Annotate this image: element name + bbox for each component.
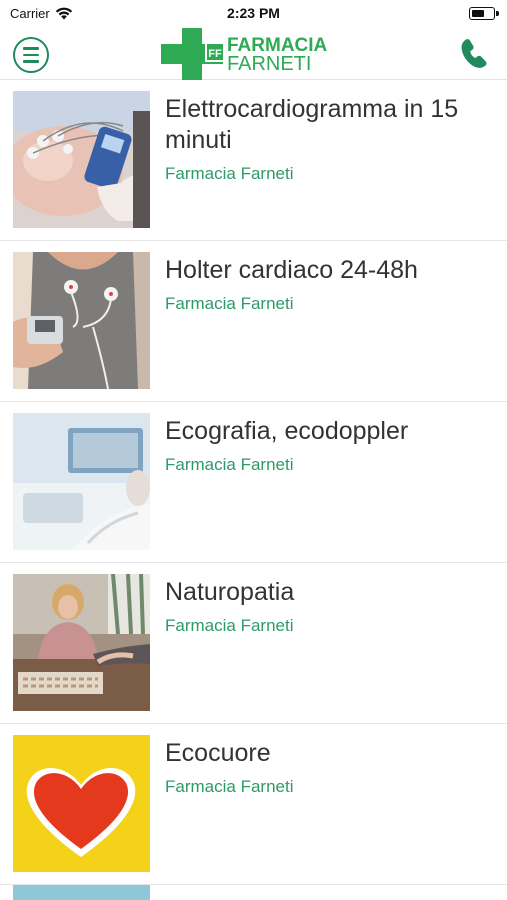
menu-button[interactable] — [13, 37, 49, 73]
status-bar: Carrier 2:23 PM — [0, 0, 507, 28]
service-title: Ecografia, ecodoppler — [165, 417, 409, 445]
green-cross-icon: FF — [161, 28, 225, 80]
list-item[interactable]: Ecografia, ecodoppler Farmacia Farneti — [0, 402, 507, 563]
service-title: Ecocuore — [165, 739, 271, 767]
status-time: 2:23 PM — [227, 5, 280, 21]
service-title: Naturopatia — [165, 578, 295, 606]
pharmacy-logo: FF FARMACIA FARNETI — [161, 28, 351, 80]
holter-thumbnail — [13, 252, 150, 389]
list-item[interactable]: Elettrocardiogramma in 15 minuti Farmaci… — [0, 80, 507, 241]
hamburger-icon — [23, 47, 39, 50]
service-subtitle: Farmacia Farneti — [165, 616, 294, 635]
service-title: Holter cardiaco 24-48h — [165, 256, 418, 284]
logo-line-2: FARNETI — [227, 53, 312, 75]
naturopathy-thumbnail — [13, 574, 150, 711]
logo-badge: FF — [208, 48, 222, 60]
phone-icon[interactable] — [455, 33, 495, 73]
service-title: Elettrocardiogramma in 15 minuti — [165, 95, 459, 154]
ecg-thumbnail — [13, 91, 150, 228]
heart-thumbnail — [13, 735, 150, 872]
list-item[interactable]: Naturopatia Farmacia Farneti — [0, 563, 507, 724]
battery-icon — [469, 7, 499, 20]
ultrasound-thumbnail — [13, 413, 150, 550]
next-item-thumbnail — [13, 885, 150, 900]
app-header: FF FARMACIA FARNETI — [0, 28, 507, 80]
list-item[interactable]: Holter cardiaco 24-48h Farmacia Farneti — [0, 241, 507, 402]
list-item[interactable]: Ecocuore Farmacia Farneti — [0, 724, 507, 885]
service-subtitle: Farmacia Farneti — [165, 294, 294, 313]
services-list: Elettrocardiogramma in 15 minuti Farmaci… — [0, 80, 507, 885]
service-subtitle: Farmacia Farneti — [165, 455, 294, 474]
service-subtitle: Farmacia Farneti — [165, 164, 294, 183]
service-subtitle: Farmacia Farneti — [165, 777, 294, 796]
